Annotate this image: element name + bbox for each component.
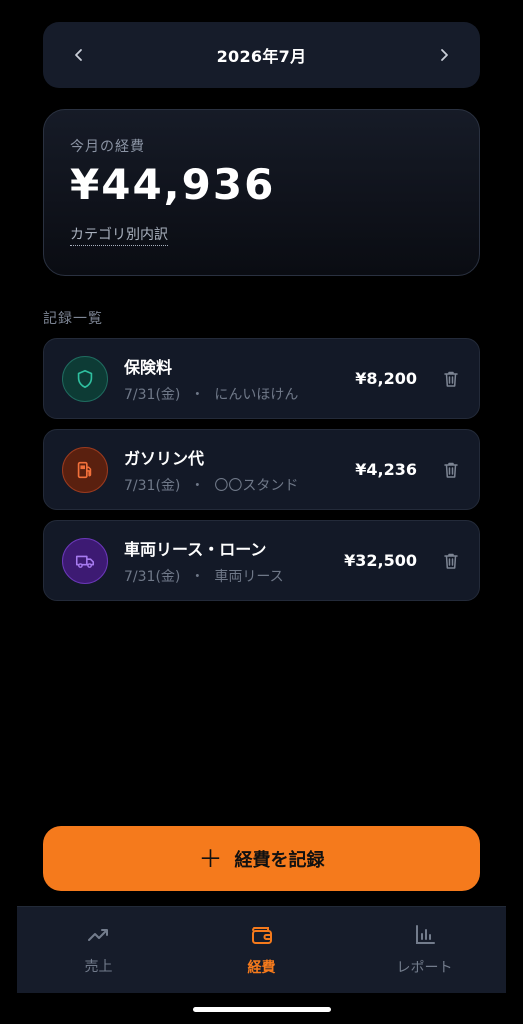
item-meta: 7/31(金) ・にんいほけん <box>124 384 355 404</box>
tab-sales[interactable]: 売上 <box>39 924 159 976</box>
trash-icon[interactable] <box>441 369 461 389</box>
item-meta: 7/31(金) ・車両リース <box>124 566 344 586</box>
home-indicator <box>193 1007 331 1012</box>
tab-label: レポート <box>396 960 453 976</box>
record-expense-button[interactable]: ＋ 経費を記録 <box>43 826 480 891</box>
record-button-label: 経費を記録 <box>234 849 325 871</box>
item-meta: 7/31(金) ・〇〇スタンド <box>124 475 355 495</box>
category-breakdown-link[interactable]: カテゴリ別内訳 <box>70 224 168 247</box>
trash-icon[interactable] <box>441 460 461 480</box>
separator: ・ <box>190 477 205 494</box>
item-amount: ¥32,500 <box>344 551 417 570</box>
monthly-expense-summary: 今月の経費 ¥44,936 カテゴリ別内訳 <box>43 109 480 276</box>
wallet-icon <box>249 923 275 951</box>
fuel-pump-icon <box>62 446 108 493</box>
records-section-title: 記録一覧 <box>43 311 103 327</box>
truck-icon <box>62 537 108 584</box>
list-item[interactable]: ガソリン代 7/31(金) ・〇〇スタンド ¥4,236 <box>43 429 480 510</box>
chevron-right-icon[interactable] <box>434 45 454 65</box>
shield-icon <box>62 355 108 402</box>
chevron-left-icon[interactable] <box>69 45 89 65</box>
item-title: 保険料 <box>124 357 173 377</box>
tab-report[interactable]: レポート <box>365 923 485 977</box>
item-vendor: 〇〇スタンド <box>214 477 299 494</box>
tab-label: 経費 <box>247 960 276 976</box>
trash-icon[interactable] <box>441 551 461 571</box>
item-title: ガソリン代 <box>124 448 205 468</box>
item-vendor: 車両リース <box>214 568 284 585</box>
plus-icon: ＋ <box>198 844 223 873</box>
summary-amount: ¥44,936 <box>70 160 276 209</box>
tab-expenses[interactable]: 経費 <box>202 923 322 977</box>
bottom-tab-bar: 売上 経費 レポート <box>17 906 506 993</box>
month-title: 2026年7月 <box>216 47 307 66</box>
bar-chart-icon <box>413 923 437 951</box>
list-item[interactable]: 保険料 7/31(金) ・にんいほけん ¥8,200 <box>43 338 480 419</box>
separator: ・ <box>190 386 205 403</box>
list-item-text: 保険料 7/31(金) ・にんいほけん <box>124 354 355 404</box>
item-title: 車両リース・ローン <box>124 539 267 559</box>
item-amount: ¥8,200 <box>355 369 417 388</box>
item-date: 7/31(金) <box>124 568 181 585</box>
item-date: 7/31(金) <box>124 477 181 494</box>
item-date: 7/31(金) <box>124 386 181 403</box>
list-item[interactable]: 車両リース・ローン 7/31(金) ・車両リース ¥32,500 <box>43 520 480 601</box>
item-vendor: にんいほけん <box>214 386 299 403</box>
month-selector: 2026年7月 <box>43 22 480 88</box>
tab-label: 売上 <box>84 959 113 975</box>
separator: ・ <box>190 568 205 585</box>
trending-up-icon <box>86 924 112 950</box>
records-list: 保険料 7/31(金) ・にんいほけん ¥8,200 ガソリン代 7/31(金) ・… <box>43 338 480 611</box>
summary-label: 今月の経費 <box>70 139 145 155</box>
item-amount: ¥4,236 <box>355 460 417 479</box>
list-item-text: ガソリン代 7/31(金) ・〇〇スタンド <box>124 445 355 495</box>
list-item-text: 車両リース・ローン 7/31(金) ・車両リース <box>124 536 344 586</box>
